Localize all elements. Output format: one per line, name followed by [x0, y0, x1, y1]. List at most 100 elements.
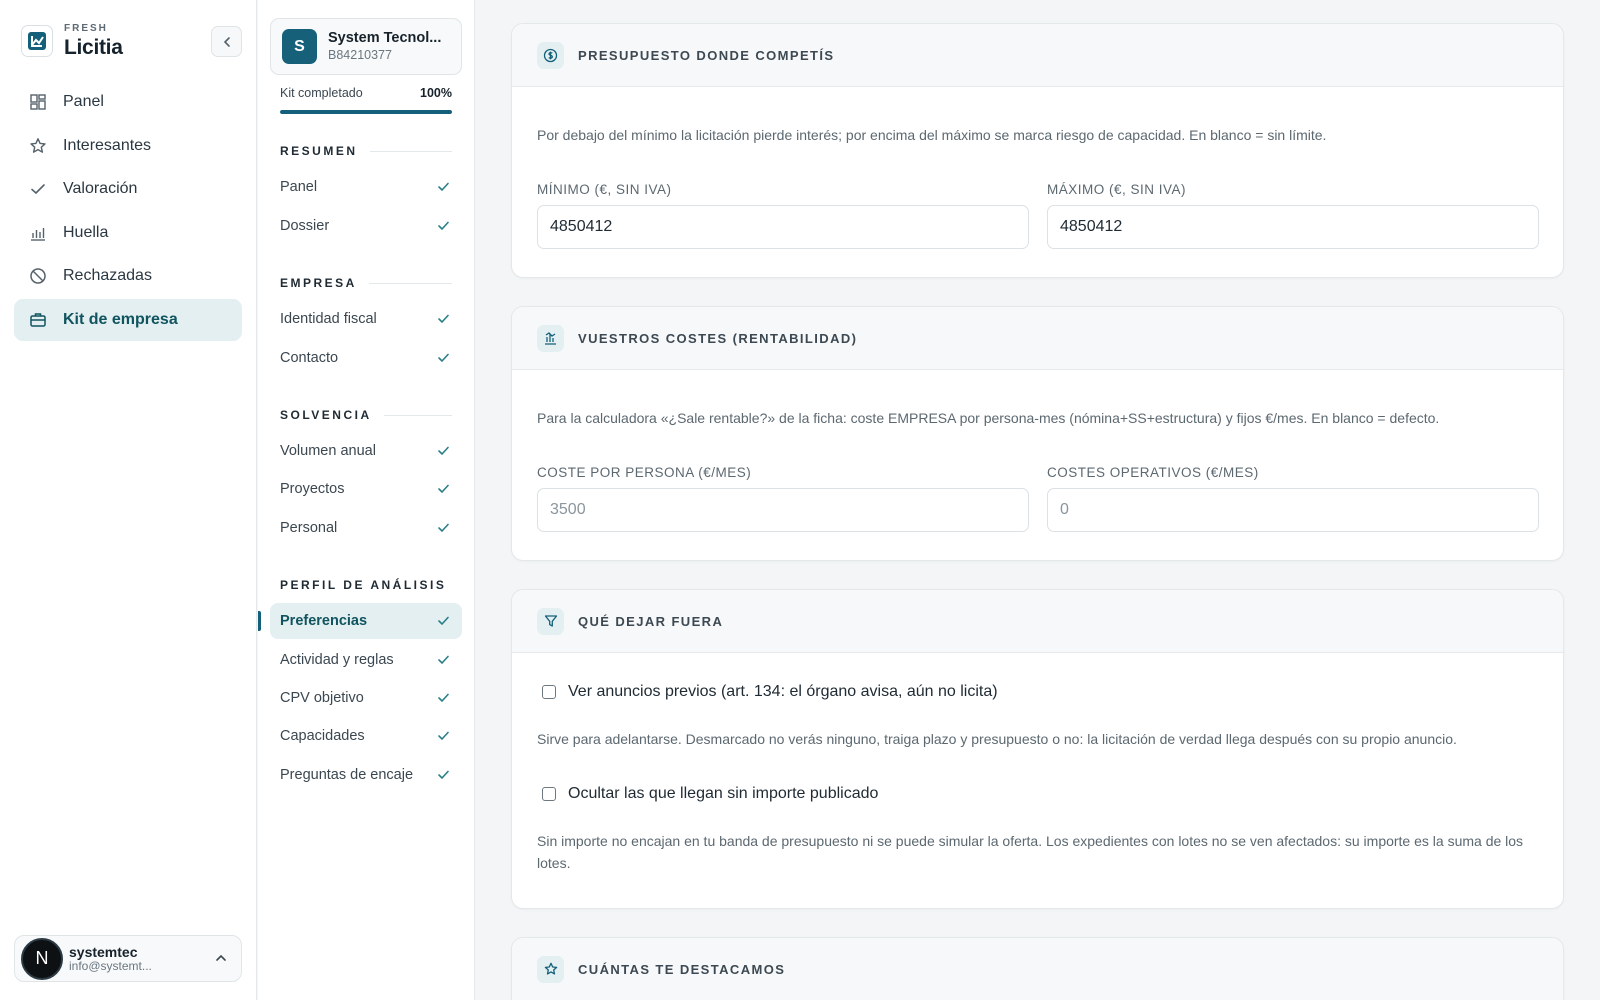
briefcase-icon	[28, 310, 48, 330]
section-title-solvencia: SOLVENCIA	[280, 408, 452, 422]
user-menu-button[interactable]: N systemtec info@systemt...	[14, 935, 242, 982]
max-budget-label: MÁXIMO (€, SIN IVA)	[1047, 182, 1187, 197]
check-icon	[438, 770, 449, 780]
nav-item-label: Valoración	[63, 180, 138, 198]
section-title-text: RESUMEN	[280, 144, 358, 158]
nav-item-huella[interactable]: Huella	[14, 212, 242, 254]
check-icon	[438, 655, 449, 665]
subnav-item-personal[interactable]: Personal	[270, 510, 462, 546]
check-icon	[438, 314, 449, 324]
nav-item-rechazadas[interactable]: Rechazadas	[14, 255, 242, 297]
subnav-item-panel[interactable]: Panel	[270, 169, 462, 205]
kit-progress-row: Kit completado 100%	[280, 86, 452, 100]
previous-notices-help: Sirve para adelantarse. Desmarcado no ve…	[537, 731, 1457, 747]
avatar: N	[21, 937, 63, 980]
previous-notices-checkbox[interactable]	[542, 685, 556, 699]
layout-grid-icon	[28, 92, 48, 112]
check-icon	[438, 616, 449, 626]
costs-card: VUESTROS COSTES (RENTABILIDAD) Para la c…	[511, 306, 1564, 561]
active-item-marker	[258, 611, 261, 631]
section-title-empresa: EMPRESA	[280, 276, 452, 290]
chevron-left-icon	[223, 36, 230, 47]
subnav-item-contacto[interactable]: Contacto	[270, 340, 462, 376]
check-icon	[438, 353, 449, 363]
company-avatar: S	[282, 29, 317, 64]
hide-no-amount-label[interactable]: Ocultar las que llegan sin importe publi…	[568, 785, 878, 803]
brand-name: Licitia	[64, 36, 123, 59]
cost-per-person-input[interactable]	[537, 488, 1029, 532]
operating-costs-input[interactable]	[1047, 488, 1539, 532]
bar-chart-icon	[28, 223, 48, 243]
min-budget-label: MÍNIMO (€, SIN IVA)	[537, 182, 672, 197]
budget-card: PRESUPUESTO DONDE COMPETÍS Por debajo de…	[511, 23, 1564, 278]
subnav-item-cpv-objetivo[interactable]: CPV objetivo	[270, 680, 462, 716]
subnav-item-preguntas-de-encaje[interactable]: Preguntas de encaje	[270, 757, 462, 793]
collapse-sidebar-button[interactable]	[211, 26, 242, 57]
licitia-logo-icon	[21, 25, 53, 57]
kit-progress-bar	[280, 110, 452, 114]
subnav-item-capacidades[interactable]: Capacidades	[270, 718, 462, 754]
nav-item-label: Huella	[63, 223, 109, 241]
brand[interactable]: FRESH Licitia	[21, 24, 123, 58]
coin-icon	[537, 41, 564, 69]
budget-description: Por debajo del mínimo la licitación pier…	[537, 127, 1327, 143]
main-nav: Panel Interesantes Valoración Huella Rec…	[14, 81, 242, 343]
company-selector[interactable]: S System Tecnol... B84210377	[270, 18, 462, 75]
exclusions-card-header: QUÉ DEJAR FUERA	[512, 590, 1563, 653]
max-budget-input[interactable]	[1047, 205, 1539, 249]
costs-description: Para la calculadora «¿Sale rentable?» de…	[537, 410, 1440, 426]
check-icon	[28, 179, 48, 199]
kit-sidebar: S System Tecnol... B84210377 Kit complet…	[258, 0, 475, 1000]
subnav-item-preferencias[interactable]: Preferencias	[270, 603, 462, 639]
budget-card-title: PRESUPUESTO DONDE COMPETÍS	[578, 47, 835, 63]
ban-icon	[28, 266, 48, 286]
kit-progress-fill	[280, 110, 452, 114]
nav-item-interesantes[interactable]: Interesantes	[14, 125, 242, 167]
check-icon	[438, 446, 449, 456]
highlight-card: CUÁNTAS TE DESTACAMOS	[511, 937, 1564, 1000]
subnav-item-volumen-anual[interactable]: Volumen anual	[270, 433, 462, 469]
subnav-item-proyectos[interactable]: Proyectos	[270, 471, 462, 507]
budget-card-header: PRESUPUESTO DONDE COMPETÍS	[512, 24, 1563, 87]
previous-notices-option[interactable]: Ver anuncios previos (art. 134: el órgan…	[542, 683, 998, 701]
section-title-text: EMPRESA	[280, 276, 357, 290]
exclusions-card-title: QUÉ DEJAR FUERA	[578, 613, 724, 629]
hide-no-amount-help: Sin importe no encajan en tu banda de pr…	[537, 833, 1524, 871]
section-title-perfil-de-analisis: PERFIL DE ANÁLISIS	[280, 578, 452, 592]
nav-item-kit-de-empresa[interactable]: Kit de empresa	[14, 298, 242, 341]
check-icon	[438, 693, 449, 703]
nav-item-label: Interesantes	[63, 136, 152, 154]
nav-item-panel[interactable]: Panel	[14, 81, 242, 123]
costs-card-header: VUESTROS COSTES (RENTABILIDAD)	[512, 307, 1563, 370]
subnav-item-label: Dossier	[280, 218, 330, 234]
nav-item-valoracion[interactable]: Valoración	[14, 168, 242, 210]
exclusions-card: QUÉ DEJAR FUERA Ver anuncios previos (ar…	[511, 589, 1564, 909]
subnav-item-label: Panel	[280, 179, 318, 195]
nav-item-label: Rechazadas	[63, 267, 152, 285]
check-icon	[438, 523, 449, 533]
subnav-item-actividad-y-reglas[interactable]: Actividad y reglas	[270, 642, 462, 678]
subnav-item-label: Proyectos	[280, 481, 345, 497]
subnav-item-label: Capacidades	[280, 728, 365, 744]
subnav-item-dossier[interactable]: Dossier	[270, 208, 462, 244]
subnav-item-label: Volumen anual	[280, 443, 376, 459]
main-sidebar: FRESH Licitia Panel Interesantes Valorac…	[0, 0, 257, 1000]
kit-progress-percent: 100%	[420, 86, 452, 100]
hide-no-amount-checkbox[interactable]	[542, 787, 556, 801]
section-title-resumen: RESUMEN	[280, 144, 452, 158]
costs-card-title: VUESTROS COSTES (RENTABILIDAD)	[578, 330, 858, 346]
subnav-item-label: Contacto	[280, 350, 339, 366]
check-icon	[438, 221, 449, 231]
check-icon	[438, 182, 449, 192]
subnav-item-label: Preferencias	[280, 613, 368, 629]
section-title-text: PERFIL DE ANÁLISIS	[280, 578, 447, 592]
nav-item-label: Panel	[63, 93, 104, 110]
previous-notices-label[interactable]: Ver anuncios previos (art. 134: el órgan…	[568, 683, 998, 701]
company-cif: B84210377	[328, 47, 392, 62]
hide-no-amount-option[interactable]: Ocultar las que llegan sin importe publi…	[542, 785, 878, 803]
kit-progress-label: Kit completado	[280, 86, 363, 100]
subnav-item-identidad-fiscal[interactable]: Identidad fiscal	[270, 301, 462, 337]
operating-costs-label: COSTES OPERATIVOS (€/MES)	[1047, 465, 1259, 480]
min-budget-input[interactable]	[537, 205, 1029, 249]
star-icon	[28, 136, 48, 156]
